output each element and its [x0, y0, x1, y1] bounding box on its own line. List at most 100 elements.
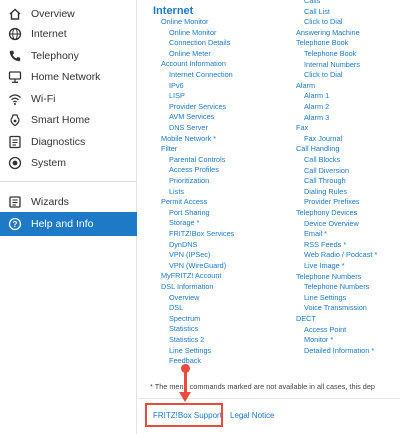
sidebar-item-diagnostics[interactable]: Diagnostics — [0, 131, 137, 153]
svg-text:?: ? — [13, 220, 18, 229]
internet-menu-link[interactable]: DNS Server — [169, 123, 208, 133]
internet-menu-link[interactable]: Filter — [161, 144, 177, 154]
sidebar-item-label: Telephony — [31, 50, 79, 62]
internet-menu-link[interactable]: Access Profiles — [169, 165, 219, 175]
telephony-menu-link[interactable]: Voice Transmission — [304, 303, 367, 313]
internet-menu-link[interactable]: FRITZ!Box Services — [169, 229, 234, 239]
sidebar-item-label: System — [31, 157, 67, 169]
internet-menu-link[interactable]: DSL Information — [161, 282, 213, 292]
telephony-menu-link[interactable]: DECT — [296, 314, 316, 324]
internet-menu-link[interactable]: Permit Access — [161, 197, 207, 207]
sidebar-item-system[interactable]: System — [0, 152, 137, 174]
telephony-menu-link[interactable]: Alarm 3 — [304, 113, 329, 123]
internet-menu-link[interactable]: Storage * — [169, 218, 199, 228]
telephony-menu-link[interactable]: Alarm 2 — [304, 102, 329, 112]
telephony-menu-link[interactable]: Call Blocks — [304, 155, 340, 165]
sidebar-item-label: Wizards — [31, 196, 69, 208]
question-icon: ? — [8, 217, 22, 231]
telephony-menu-link[interactable]: Provider Prefixes — [304, 197, 360, 207]
wizard-icon — [8, 195, 22, 209]
home-icon — [8, 7, 22, 21]
internet-menu-link[interactable]: Port Sharing — [169, 208, 210, 218]
sidebar-item-label: Internet — [31, 28, 67, 40]
internet-menu-link[interactable]: VPN (WireGuard) — [169, 261, 226, 271]
telephony-menu-link[interactable]: Answering Machine — [296, 28, 360, 38]
legal-notice-link[interactable]: Legal Notice — [230, 411, 274, 420]
internet-menu-link[interactable]: Statistics 2 — [169, 335, 204, 345]
internet-menu-link[interactable]: Lists — [169, 187, 184, 197]
internet-menu-link[interactable]: Connection Details — [169, 38, 230, 48]
internet-menu-link[interactable]: Spectrum — [169, 314, 200, 324]
section-title: Internet — [153, 5, 194, 17]
sidebar-item-wizards[interactable]: Wizards — [0, 191, 137, 213]
internet-menu-link[interactable]: Internet Connection — [169, 70, 233, 80]
sidebar-item-label: Overview — [31, 8, 75, 20]
main-content: Internet Online Monitor Online Monitor Con… — [138, 0, 400, 434]
internet-menu-link[interactable]: Statistics — [169, 324, 198, 334]
smart-home-icon — [8, 113, 22, 127]
internet-menu-link[interactable]: Prioritization — [169, 176, 209, 186]
telephony-menu-link[interactable]: Telephone Numbers — [296, 272, 361, 282]
sidebar-item-wifi[interactable]: Wi-Fi — [0, 88, 137, 110]
annotation-highlight-box — [145, 403, 223, 427]
telephony-menu-link[interactable]: Detailed Information * — [304, 346, 374, 356]
telephony-menu-link[interactable]: Internal Numbers — [304, 60, 360, 70]
internet-menu-link[interactable]: Overview — [169, 293, 199, 303]
telephony-menu-link[interactable]: Line Settings — [304, 293, 346, 303]
phone-icon — [8, 49, 22, 63]
sidebar-item-label: Smart Home — [31, 114, 90, 126]
telephony-menu-link[interactable]: Alarm — [296, 81, 315, 91]
internet-menu-link[interactable]: Parental Controls — [169, 155, 225, 165]
telephony-menu-link[interactable]: Call List — [304, 7, 330, 17]
telephony-menu-link[interactable]: Telephone Book — [304, 49, 356, 59]
telephony-menu-link[interactable]: Telephone Book — [296, 38, 348, 48]
sidebar-item-home-network[interactable]: Home Network — [0, 66, 137, 88]
telephony-menu-link[interactable]: RSS Feeds * — [304, 240, 346, 250]
internet-menu-link[interactable]: Online Monitor — [169, 28, 216, 38]
internet-menu-link[interactable]: Online Monitor — [161, 17, 208, 27]
internet-menu-link[interactable]: LISP — [169, 91, 185, 101]
telephony-menu-link[interactable]: Telephony Devices — [296, 208, 357, 218]
sidebar-item-telephony[interactable]: Telephony — [0, 45, 137, 67]
internet-menu-link[interactable]: Mobile Network * — [161, 134, 216, 144]
sidebar-item-label: Home Network — [31, 71, 101, 83]
telephony-menu-link[interactable]: Calls — [304, 0, 320, 6]
telephony-menu-link[interactable]: Telephone Numbers — [304, 282, 369, 292]
sidebar-item-label: Diagnostics — [31, 136, 86, 148]
sidebar-item-smart-home[interactable]: Smart Home — [0, 109, 137, 131]
telephony-menu-link[interactable]: Monitor * — [304, 335, 333, 345]
internet-menu-link[interactable]: Account Information — [161, 59, 226, 69]
telephony-menu-link[interactable]: Web Radio / Podcast * — [304, 250, 377, 260]
internet-menu-link[interactable]: Online Meter — [169, 49, 211, 59]
telephony-menu-link[interactable]: Access Point — [304, 325, 346, 335]
internet-menu-link[interactable]: DSL — [169, 303, 183, 313]
internet-menu-link[interactable]: AVM Services — [169, 112, 214, 122]
telephony-menu-link[interactable]: Call Handling — [296, 144, 339, 154]
internet-menu-link[interactable]: DynDNS — [169, 240, 197, 250]
telephony-menu-link[interactable]: Call Through — [304, 176, 346, 186]
telephony-menu-link[interactable]: Fax Journal — [304, 134, 342, 144]
internet-menu-link[interactable]: MyFRITZ! Account — [161, 271, 221, 281]
internet-menu-link[interactable]: Line Settings — [169, 346, 211, 356]
telephony-menu-link[interactable]: Email * — [304, 229, 327, 239]
sidebar-item-overview[interactable]: Overview — [0, 3, 137, 25]
internet-menu-link[interactable]: Provider Services — [169, 102, 226, 112]
system-icon — [8, 156, 22, 170]
sidebar-item-label: Help and Info — [31, 218, 94, 230]
annotation-arrow-head — [179, 392, 191, 402]
sidebar-item-help-and-info[interactable]: ? Help and Info — [0, 212, 137, 236]
telephony-menu-link[interactable]: Device Overview — [304, 219, 359, 229]
telephony-menu-link[interactable]: Dialing Rules — [304, 187, 347, 197]
telephony-menu-link[interactable]: Call Diversion — [304, 166, 349, 176]
globe-icon — [8, 27, 22, 41]
sidebar-item-internet[interactable]: Internet — [0, 23, 137, 45]
telephony-menu-link[interactable]: Click to Dial — [304, 17, 343, 27]
telephony-menu-link[interactable]: Fax — [296, 123, 308, 133]
internet-menu-link[interactable]: IPv6 — [169, 81, 184, 91]
telephony-menu-link[interactable]: Live Image * — [304, 261, 345, 271]
sidebar-divider — [0, 181, 137, 182]
telephony-menu-link[interactable]: Alarm 1 — [304, 91, 329, 101]
internet-menu-link[interactable]: VPN (IPSec) — [169, 250, 210, 260]
footer-divider — [138, 398, 400, 399]
telephony-menu-link[interactable]: Click to Dial — [304, 70, 343, 80]
